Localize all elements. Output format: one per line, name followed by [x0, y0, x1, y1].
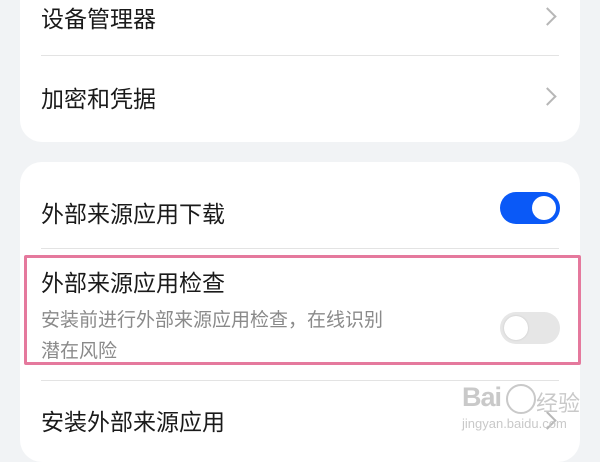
- watermark-brand-cn: 经验: [536, 392, 581, 417]
- toggle-knob: [532, 196, 556, 220]
- paw-logo-icon: [506, 384, 536, 414]
- external-app-download-item[interactable]: 外部来源应用下载: [20, 162, 580, 248]
- chevron-right-icon: [538, 7, 557, 26]
- settings-group-security: 设备管理器 加密和凭据: [20, 0, 580, 142]
- external-app-download-toggle[interactable]: [500, 192, 560, 224]
- watermark-brand: Bai: [462, 382, 502, 412]
- chevron-right-icon: [538, 87, 557, 106]
- annotation-highlight-box: [24, 255, 581, 365]
- encryption-credentials-item[interactable]: 加密和凭据: [20, 56, 580, 142]
- device-manager-label: 设备管理器: [41, 7, 156, 33]
- encryption-credentials-label: 加密和凭据: [41, 87, 156, 113]
- external-app-download-label: 外部来源应用下载: [41, 202, 225, 228]
- device-manager-item[interactable]: 设备管理器: [20, 0, 580, 56]
- install-external-apps-label: 安装外部来源应用: [41, 410, 225, 436]
- watermark-url: jingyan.baidu.com: [462, 416, 567, 431]
- baidu-jingyan-watermark: Bai 经验 jingyan.baidu.com: [462, 382, 582, 438]
